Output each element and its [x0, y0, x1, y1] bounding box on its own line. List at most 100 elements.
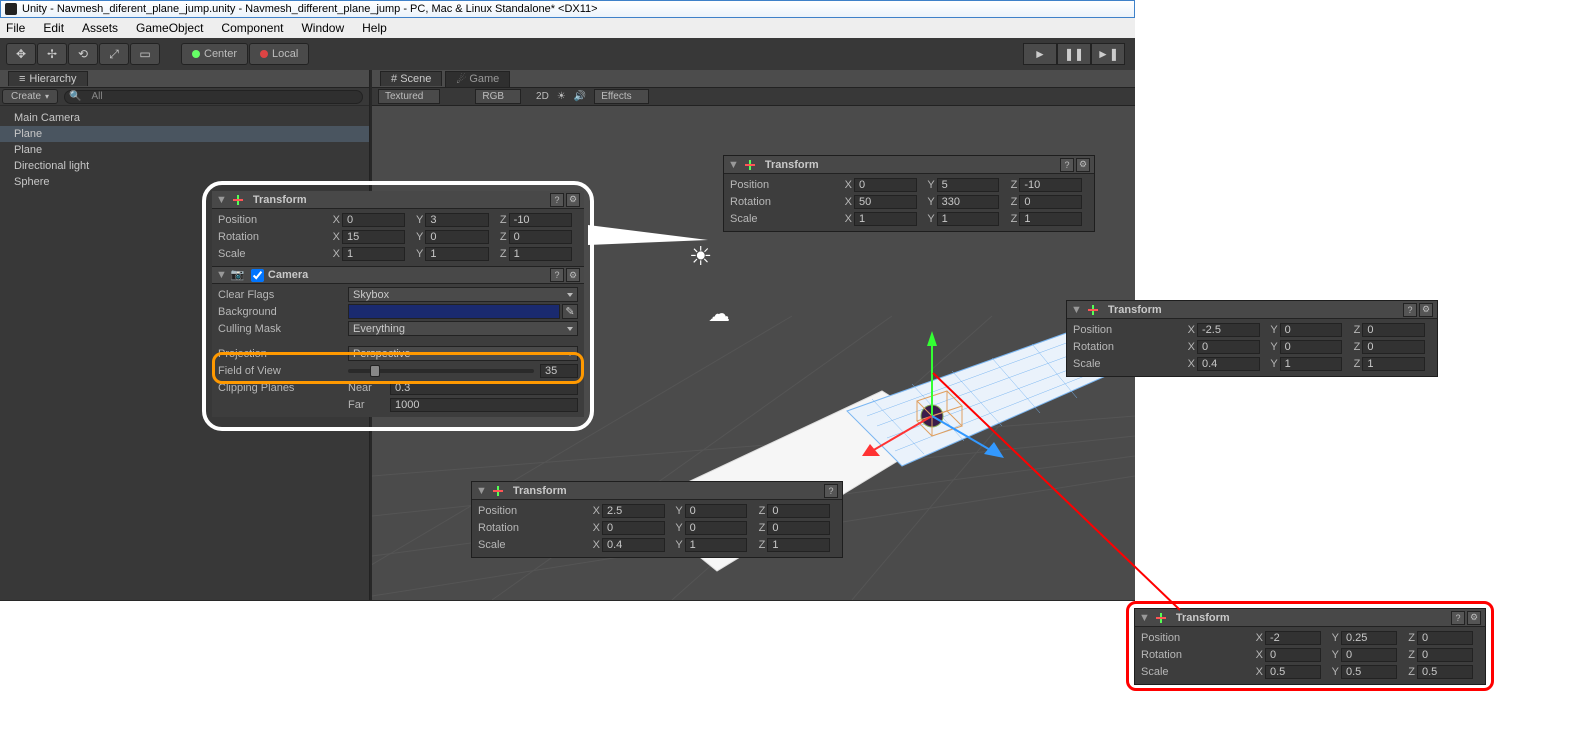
color-picker-icon[interactable]: ✎ [562, 304, 578, 319]
scale-tool[interactable]: ⤢ [99, 43, 129, 65]
rotate-tool[interactable]: ⟲ [68, 43, 98, 65]
dropdown-culling[interactable]: Everything [348, 321, 578, 336]
hand-tool[interactable]: ✥ [6, 43, 36, 65]
field-scl-z[interactable]: 1 [1019, 212, 1082, 226]
color-background[interactable] [348, 304, 560, 319]
component-header-camera[interactable]: ▼ 📷 Camera ? ⚙ [212, 266, 584, 284]
field-pos-y[interactable]: 0.25 [1341, 631, 1397, 645]
field-scl-z[interactable]: 1 [1362, 357, 1425, 371]
field-pos-y[interactable]: 0 [1280, 323, 1343, 337]
tab-scene[interactable]: # Scene [380, 71, 442, 86]
foldout-icon[interactable]: ▼ [216, 269, 227, 281]
field-rot-x[interactable]: 0 [602, 521, 665, 535]
field-rot-y[interactable]: 0 [1280, 340, 1343, 354]
help-icon[interactable]: ? [1403, 303, 1417, 317]
field-pos-z[interactable]: 0 [767, 504, 830, 518]
hierarchy-search[interactable]: 🔍All [64, 90, 363, 104]
field-scl-x[interactable]: 0.4 [602, 538, 665, 552]
lighting-toggle-icon[interactable]: ☀ [557, 91, 566, 102]
field-scl-y[interactable]: 1 [685, 538, 748, 552]
field-scl-z[interactable]: 1 [767, 538, 830, 552]
field-scl-y[interactable]: 1 [1280, 357, 1343, 371]
help-icon[interactable]: ? [1451, 611, 1465, 625]
field-pos-y[interactable]: 0 [685, 504, 748, 518]
help-icon[interactable]: ? [1060, 158, 1074, 172]
hierarchy-item[interactable]: Main Camera [0, 110, 369, 126]
foldout-icon[interactable]: ▼ [728, 159, 739, 171]
field-pos-x[interactable]: 0 [854, 178, 917, 192]
component-header[interactable]: ▼ Transform ? ⚙ [1067, 301, 1437, 319]
gear-icon[interactable]: ⚙ [1419, 303, 1433, 317]
hierarchy-item[interactable]: Plane [0, 142, 369, 158]
field-pos-x[interactable]: 2.5 [602, 504, 665, 518]
field-scl-x[interactable]: 0.4 [1197, 357, 1260, 371]
pause-button[interactable]: ❚❚ [1057, 43, 1091, 65]
field-rot-z[interactable]: 0 [1417, 648, 1473, 662]
field-rot-z[interactable]: 0 [509, 230, 572, 244]
mode-2d-toggle[interactable]: 2D [536, 91, 549, 102]
field-rot-z[interactable]: 0 [767, 521, 830, 535]
tab-game[interactable]: ☄ Game [445, 71, 510, 87]
dropdown-clear-flags[interactable]: Skybox [348, 287, 578, 302]
shading-dropdown[interactable]: Textured [378, 89, 440, 104]
field-pos-z[interactable]: 0 [1362, 323, 1425, 337]
menu-help[interactable]: Help [362, 21, 387, 35]
step-button[interactable]: ►❚ [1091, 43, 1125, 65]
field-rot-y[interactable]: 0 [1341, 648, 1397, 662]
dropdown-projection[interactable]: Perspective [348, 346, 578, 361]
hierarchy-tab[interactable]: ≡Hierarchy [8, 71, 88, 86]
field-rot-z[interactable]: 0 [1019, 195, 1082, 209]
field-pos-z[interactable]: 0 [1417, 631, 1473, 645]
field-rot-x[interactable]: 50 [854, 195, 917, 209]
foldout-icon[interactable]: ▼ [476, 485, 487, 497]
gear-icon[interactable]: ⚙ [1076, 158, 1090, 172]
field-rot-x[interactable]: 0 [1265, 648, 1321, 662]
field-rot-z[interactable]: 0 [1362, 340, 1425, 354]
help-icon[interactable]: ? [824, 484, 838, 498]
gear-icon[interactable]: ⚙ [566, 193, 580, 207]
menu-gameobject[interactable]: GameObject [136, 21, 203, 35]
hierarchy-item[interactable]: Sphere [0, 174, 369, 190]
menu-component[interactable]: Component [221, 21, 283, 35]
rect-tool[interactable]: ▭ [130, 43, 160, 65]
field-pos-y[interactable]: 5 [937, 178, 1000, 192]
camera-gizmo-icon[interactable]: ☁ [708, 301, 730, 327]
foldout-icon[interactable]: ▼ [216, 194, 227, 206]
field-rot-y[interactable]: 0 [685, 521, 748, 535]
camera-enabled-checkbox[interactable] [251, 269, 264, 282]
field-scl-y[interactable]: 1 [937, 212, 1000, 226]
help-icon[interactable]: ? [550, 193, 564, 207]
field-near[interactable]: 0.3 [390, 381, 578, 395]
foldout-icon[interactable]: ▼ [1139, 612, 1150, 624]
field-scl-z[interactable]: 1 [509, 247, 572, 261]
component-header[interactable]: ▼ Transform ? ⚙ [1135, 609, 1485, 627]
field-fov[interactable]: 35 [540, 364, 578, 378]
field-scl-y[interactable]: 0.5 [1341, 665, 1397, 679]
field-far[interactable]: 1000 [390, 398, 578, 412]
foldout-icon[interactable]: ▼ [1071, 304, 1082, 316]
play-button[interactable]: ► [1023, 43, 1057, 65]
menu-assets[interactable]: Assets [82, 21, 118, 35]
field-rot-x[interactable]: 0 [1197, 340, 1260, 354]
component-header[interactable]: ▼ Transform ? ⚙ [724, 156, 1094, 174]
field-scl-z[interactable]: 0.5 [1417, 665, 1473, 679]
gear-icon[interactable]: ⚙ [1467, 611, 1481, 625]
hierarchy-item[interactable]: Plane [0, 126, 369, 142]
field-rot-y[interactable]: 330 [937, 195, 1000, 209]
field-scl-x[interactable]: 0.5 [1265, 665, 1321, 679]
field-pos-z[interactable]: -10 [509, 213, 572, 227]
field-pos-z[interactable]: -10 [1019, 178, 1082, 192]
field-scl-x[interactable]: 1 [342, 247, 405, 261]
menu-edit[interactable]: Edit [43, 21, 64, 35]
field-pos-y[interactable]: 3 [425, 213, 488, 227]
help-icon[interactable]: ? [550, 268, 564, 282]
pivot-center-button[interactable]: Center [181, 43, 248, 65]
slider-fov[interactable] [348, 369, 534, 373]
menu-window[interactable]: Window [301, 21, 344, 35]
field-pos-x[interactable]: -2.5 [1197, 323, 1260, 337]
pivot-local-button[interactable]: Local [249, 43, 309, 65]
field-pos-x[interactable]: 0 [342, 213, 405, 227]
field-scl-x[interactable]: 1 [854, 212, 917, 226]
field-rot-y[interactable]: 0 [425, 230, 488, 244]
hierarchy-item[interactable]: Directional light [0, 158, 369, 174]
